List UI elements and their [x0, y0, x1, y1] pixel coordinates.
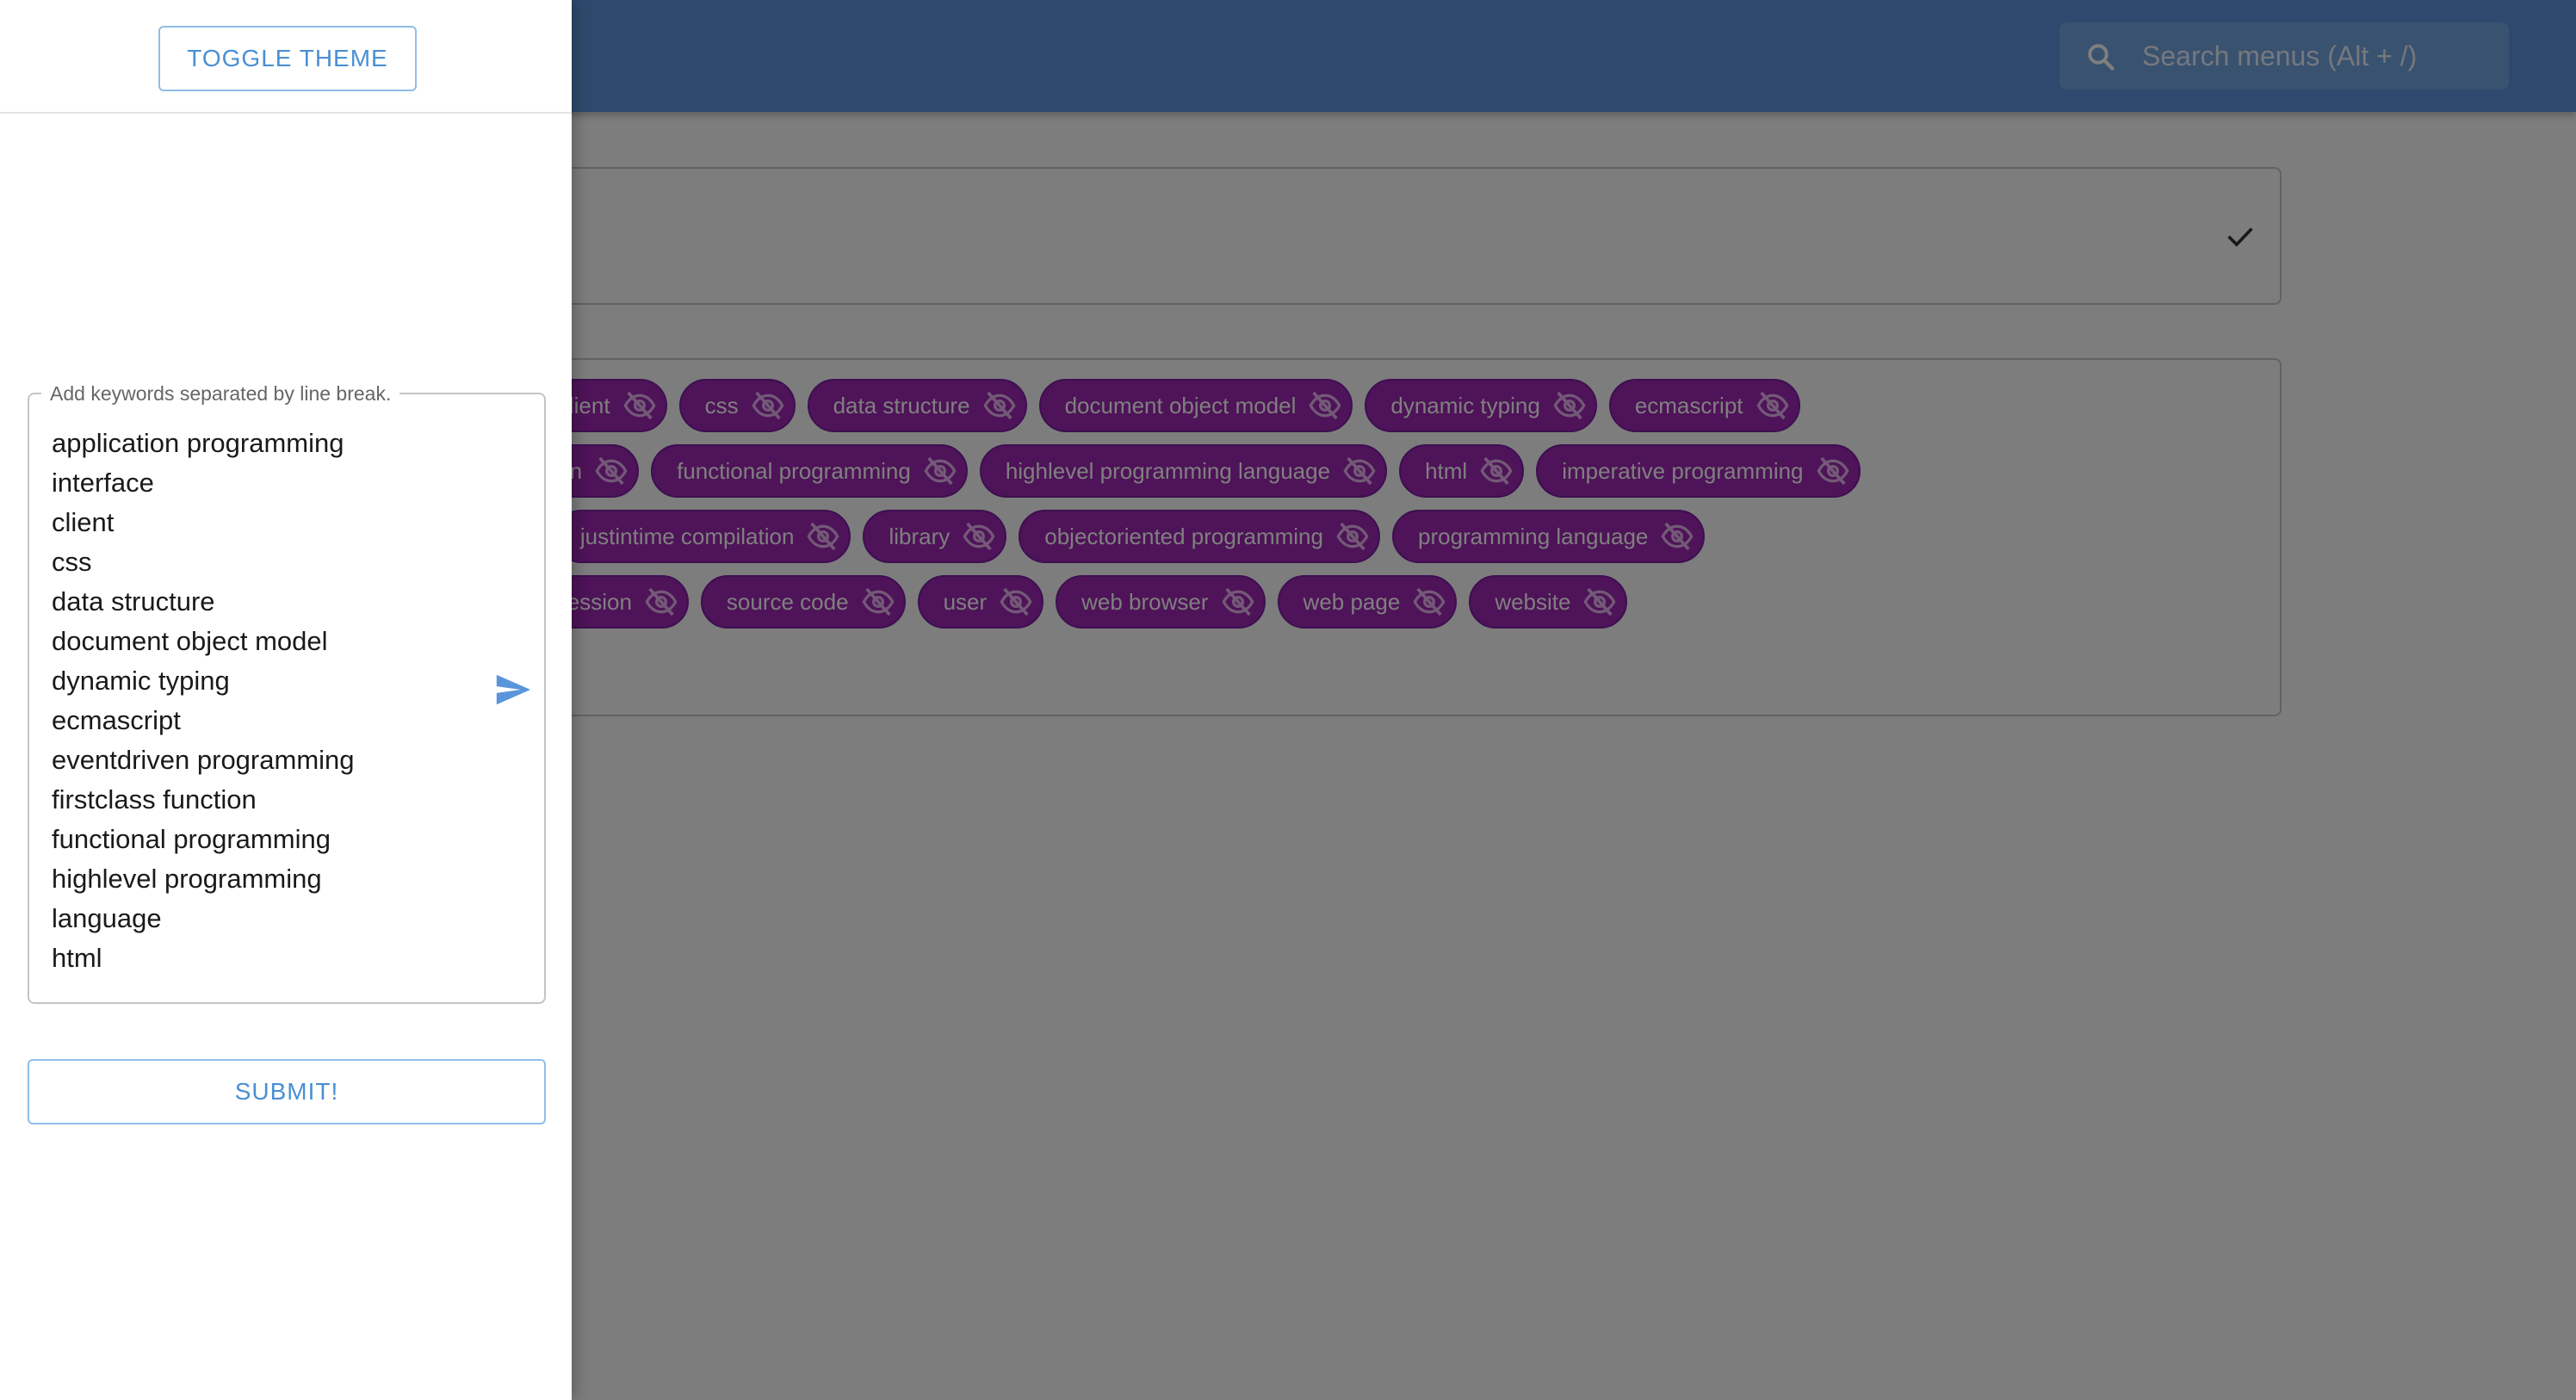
keyword-line: html	[52, 943, 102, 973]
keyword-line: ecmascript	[52, 705, 181, 735]
keywords-textarea[interactable]: Add keywords separated by line break. ap…	[28, 382, 546, 1004]
keyword-line: document object model	[52, 626, 328, 656]
keywords-label: Add keywords separated by line break.	[41, 382, 400, 405]
keyword-line: client	[52, 507, 115, 537]
keyword-line: eventdriven programming	[52, 745, 355, 775]
side-drawer: TOGGLE THEME Add keywords separated by l…	[0, 0, 572, 1400]
keywords-text[interactable]: application programming interface client cs…	[52, 424, 465, 978]
keyword-line: highlevel programming	[52, 864, 322, 894]
keyword-line: firstclass function	[52, 784, 257, 815]
keyword-line: dynamic typing	[52, 666, 230, 696]
keyword-line: interface	[52, 468, 154, 498]
send-icon[interactable]	[492, 670, 532, 709]
divider	[0, 112, 572, 114]
keyword-line: application programming	[52, 428, 344, 458]
keyword-line: data structure	[52, 586, 215, 616]
submit-button[interactable]: SUBMIT!	[28, 1059, 546, 1124]
keyword-line: language	[52, 903, 162, 933]
toggle-theme-button[interactable]: TOGGLE THEME	[158, 26, 417, 91]
keyword-line: functional programming	[52, 824, 331, 854]
keyword-line: css	[52, 547, 92, 577]
